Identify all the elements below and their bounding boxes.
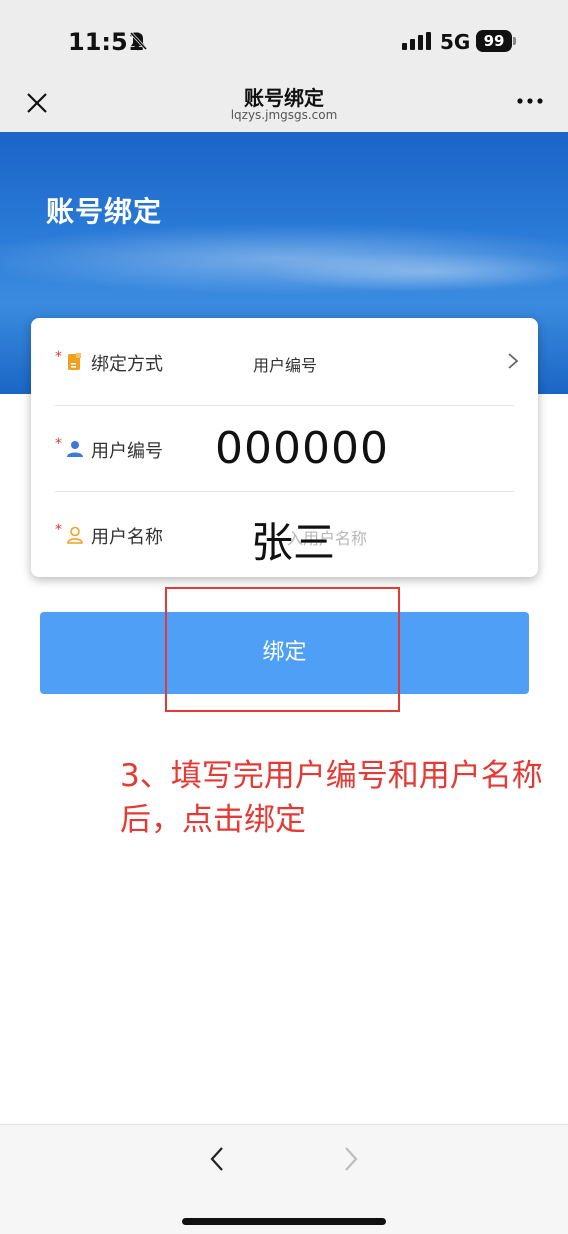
- user-id-field[interactable]: * 用户编号 000000: [55, 405, 514, 491]
- user-icon: [67, 441, 83, 457]
- user-id-value: 000000: [215, 423, 389, 474]
- browser-toolbar: [0, 1124, 568, 1234]
- page-domain: lqzys.jmgsgs.com: [230, 108, 338, 122]
- user-name-value: 张三: [251, 518, 336, 567]
- home-indicator: [182, 1218, 386, 1225]
- status-bar: 11:51 5G 99: [0, 0, 568, 80]
- bell-muted-icon: [129, 31, 148, 51]
- binding-form-card: * 绑定方式 用户编号 * 用户编号 000000 * 用户名称 入用户名称 张…: [31, 318, 538, 577]
- required-mark: *: [55, 522, 62, 538]
- user-outline-icon: [67, 526, 83, 544]
- chevron-right-icon: [508, 353, 519, 369]
- signal-icon: [402, 32, 431, 50]
- battery-indicator: 99: [476, 30, 512, 52]
- binding-method-select[interactable]: * 绑定方式 用户编号: [55, 318, 519, 404]
- required-mark: *: [55, 349, 62, 365]
- banner-title: 账号绑定: [46, 195, 163, 228]
- banner-wave: [260, 252, 568, 292]
- binding-method-label: 绑定方式: [91, 354, 163, 375]
- network-label: 5G: [440, 30, 471, 54]
- required-mark: *: [55, 436, 62, 452]
- instruction-annotation: 3、填写完用户编号和用户名称后，点击绑定: [120, 758, 543, 838]
- page-title: 账号绑定: [244, 86, 324, 110]
- highlight-box: [165, 587, 400, 712]
- user-id-label: 用户编号: [91, 441, 163, 462]
- user-name-field[interactable]: * 用户名称 入用户名称 张三: [55, 491, 514, 577]
- binding-method-value: 用户编号: [253, 356, 318, 375]
- nav-bar: 账号绑定 lqzys.jmgsgs.com: [0, 80, 568, 132]
- user-name-label: 用户名称: [91, 527, 163, 548]
- back-icon[interactable]: [206, 1145, 228, 1173]
- document-icon: [68, 353, 81, 370]
- more-icon[interactable]: [516, 96, 544, 106]
- battery-cap: [513, 37, 516, 45]
- forward-icon[interactable]: [340, 1145, 362, 1173]
